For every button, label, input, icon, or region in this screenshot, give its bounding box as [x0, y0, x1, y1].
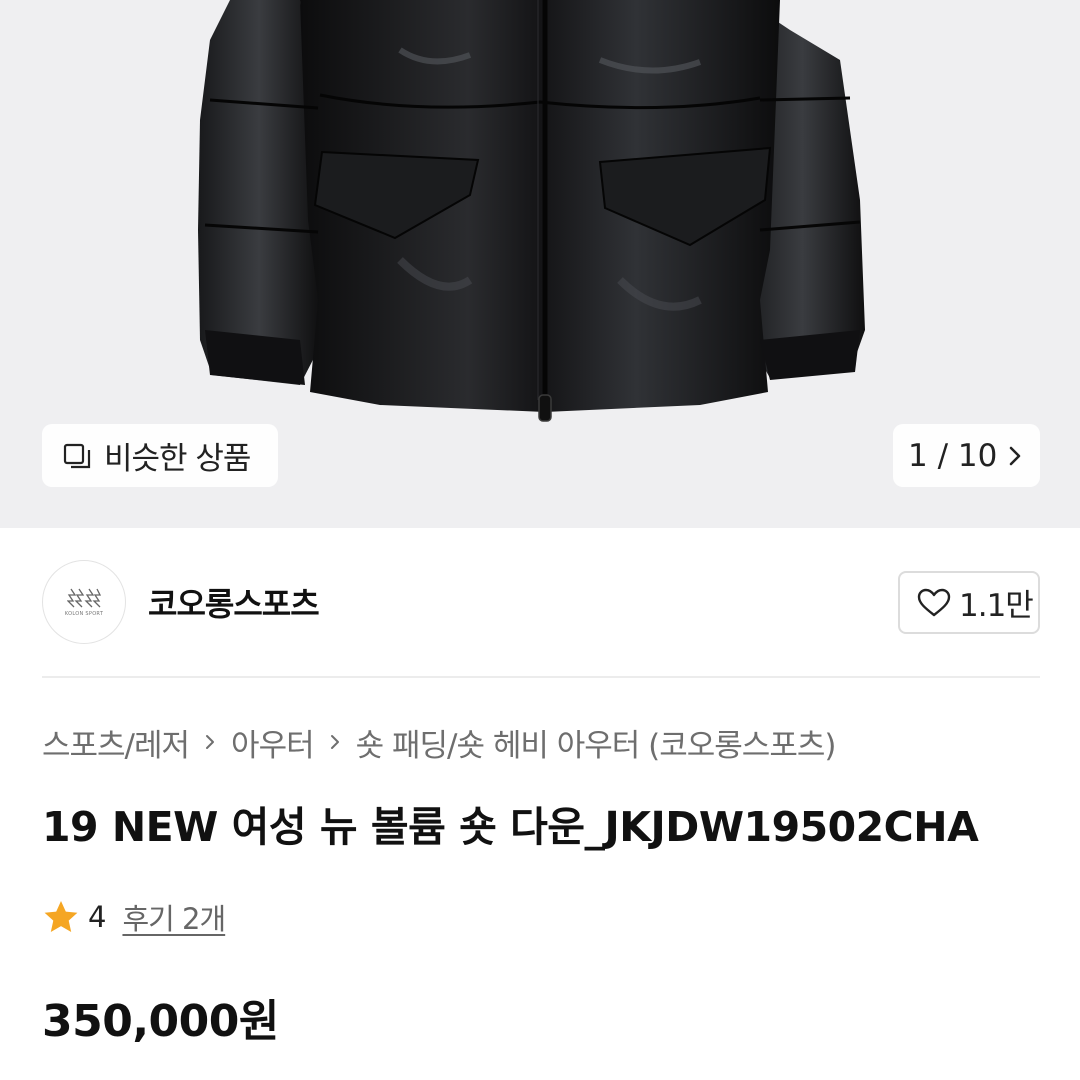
chevron-right-icon: [1010, 446, 1021, 465]
breadcrumb-item-short-padding[interactable]: 숏 패딩/숏 헤비 아우터 (코오롱스포츠): [356, 720, 837, 765]
star-icon: [44, 901, 78, 932]
chevron-right-icon: [328, 731, 342, 753]
product-title: 19 NEW 여성 뉴 볼륨 숏 다운_JKJDW19502CHA: [42, 803, 979, 851]
divider: [42, 676, 1040, 678]
rating-score: 4: [88, 900, 107, 934]
similar-products-button[interactable]: 비슷한 상품: [42, 424, 278, 487]
rating-row: 4 후기 2개: [42, 895, 226, 939]
image-counter-text: 1 / 10: [908, 437, 998, 474]
like-count: 1.1만: [959, 588, 1034, 624]
store-logo-text: KOLON SPORT: [64, 611, 104, 617]
similar-products-icon: [63, 443, 91, 468]
breadcrumb-item-sports[interactable]: 스포츠/레저: [42, 720, 190, 765]
store-logo-icon: [67, 588, 101, 608]
product-price: 350,000원: [42, 996, 279, 1047]
store-avatar[interactable]: KOLON SPORT: [42, 560, 126, 644]
store-name[interactable]: 코오롱스포츠: [148, 579, 320, 625]
similar-products-label: 비슷한 상품: [104, 441, 251, 477]
store-row: KOLON SPORT 코오롱스포츠 1.1만: [42, 560, 1040, 644]
heart-icon: [917, 588, 951, 616]
like-button[interactable]: 1.1만: [898, 571, 1040, 634]
breadcrumb-item-outer[interactable]: 아우터: [231, 720, 315, 765]
product-image-gallery[interactable]: 비슷한 상품 1 / 10: [0, 0, 1080, 528]
breadcrumb: 스포츠/레저 아우터 숏 패딩/숏 헤비 아우터 (코오롱스포츠): [42, 720, 837, 765]
chevron-right-icon: [203, 731, 217, 753]
image-counter[interactable]: 1 / 10: [893, 424, 1040, 487]
reviews-link[interactable]: 후기 2개: [122, 896, 226, 938]
